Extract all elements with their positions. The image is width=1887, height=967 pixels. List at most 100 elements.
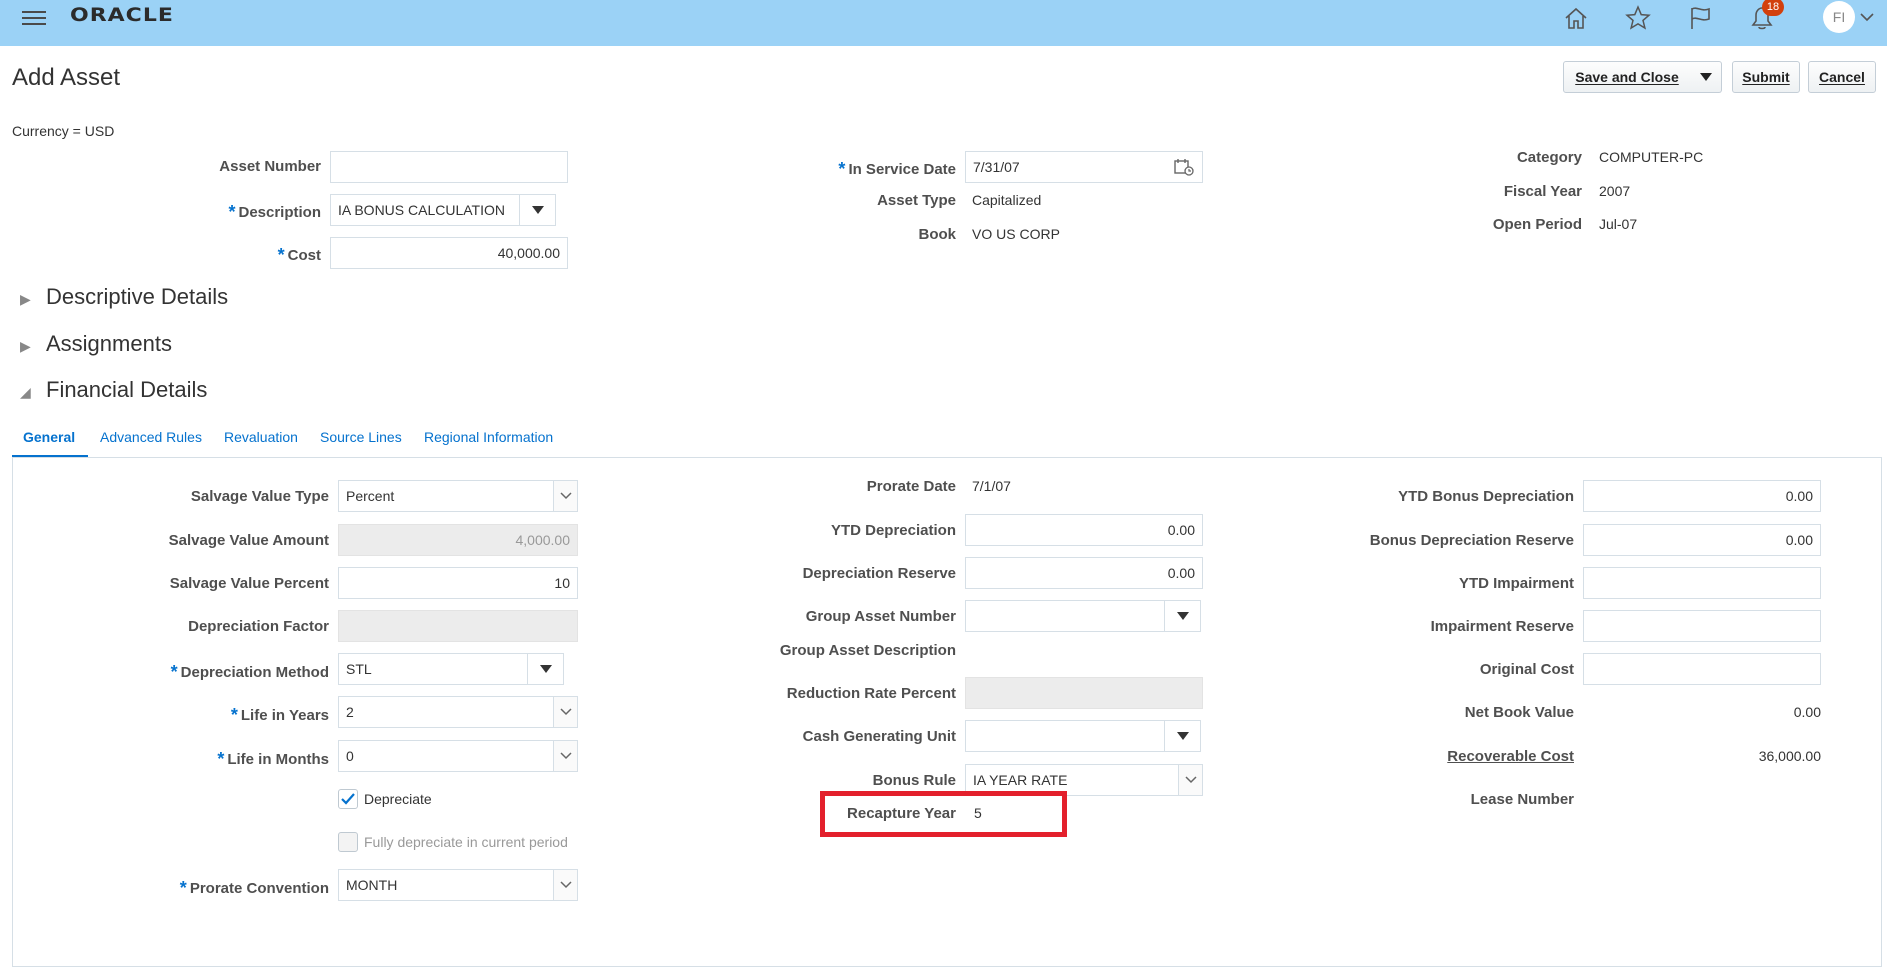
depreciation-method-dropdown-button[interactable] [527,654,563,684]
description-label: * Description [228,202,321,222]
section-assignments[interactable]: ▶ Assignments [20,331,172,357]
description-dropdown-button[interactable] [519,195,555,225]
cost-input[interactable]: 40,000.00 [330,237,568,269]
required-indicator: * [217,749,225,769]
required-indicator: * [179,878,187,898]
tab-advanced-rules[interactable]: Advanced Rules [100,429,202,445]
prorate-date-value: 7/1/07 [972,478,1011,494]
cash-generating-unit-dropdown-button[interactable] [1164,721,1200,751]
required-indicator: * [838,159,846,179]
chevron-down-icon[interactable] [553,870,577,900]
cost-label: * Cost [277,245,321,265]
chevron-down-icon[interactable] [553,481,577,511]
fully-depreciate-checkbox [338,832,358,852]
chevron-down-icon[interactable] [1860,10,1874,25]
depreciate-checkbox[interactable] [338,789,358,809]
salvage-value-type-label: Salvage Value Type [190,488,329,505]
oracle-logo[interactable]: ORACLE [70,5,174,26]
tab-revaluation[interactable]: Revaluation [224,429,298,445]
dropdown-arrow-icon [531,206,544,214]
recoverable-cost-value: 36,000.00 [1758,748,1821,764]
cash-generating-unit-combobox[interactable] [965,720,1201,752]
depreciation-method-combobox[interactable]: STL [338,653,564,685]
original-cost-label: Original Cost [1479,661,1574,678]
submit-button[interactable]: Submit [1732,61,1800,93]
menu-icon[interactable] [22,7,46,31]
ytd-impairment-input[interactable] [1583,567,1821,599]
home-icon[interactable] [1560,2,1592,34]
tab-general[interactable]: General [23,429,75,445]
net-book-value-value: 0.00 [1793,704,1821,720]
salvage-value-percent-input[interactable]: 10 [338,567,578,599]
life-in-years-label: * Life in Years [230,705,329,725]
section-financial-details[interactable]: ◢ Financial Details [20,377,207,403]
fiscal-year-label: Fiscal Year [1503,183,1582,200]
prorate-convention-select[interactable]: MONTH [338,869,578,901]
original-cost-input[interactable] [1583,653,1821,685]
notifications-count-badge: 18 [1762,0,1784,16]
expand-triangle-icon: ▶ [20,291,31,307]
save-options-dropdown[interactable] [1690,61,1722,93]
open-period-label: Open Period [1492,216,1582,233]
open-period-value: Jul-07 [1599,216,1638,232]
calendar-icon[interactable] [1174,158,1194,179]
recoverable-cost-link[interactable]: Recoverable Cost [1447,748,1574,765]
tab-source-lines[interactable]: Source Lines [320,429,402,445]
asset-type-label: Asset Type [877,192,956,209]
section-descriptive-details[interactable]: ▶ Descriptive Details [20,284,228,310]
prorate-date-label: Prorate Date [866,478,956,495]
group-asset-number-dropdown-button[interactable] [1164,601,1200,631]
chevron-down-icon[interactable] [553,697,577,727]
bonus-rule-value: IA YEAR RATE [973,772,1068,788]
recapture-year-highlight-box [820,791,1067,837]
salvage-value-amount-input: 4,000.00 [338,524,578,556]
prorate-convention-label: * Prorate Convention [179,878,329,898]
dropdown-arrow-icon [539,665,552,673]
depreciate-label: Depreciate [364,791,432,807]
impairment-reserve-label: Impairment Reserve [1430,618,1574,635]
save-and-close-button[interactable]: Save and Close [1563,61,1691,93]
user-avatar[interactable]: FI [1823,1,1855,33]
dropdown-arrow-icon [1699,73,1712,81]
impairment-reserve-input[interactable] [1583,610,1821,642]
group-asset-description-label: Group Asset Description [779,642,956,659]
dropdown-arrow-icon [1176,612,1189,620]
fully-depreciate-label: Fully depreciate in current period [364,834,568,850]
salvage-value-percent-label: Salvage Value Percent [169,575,329,592]
depreciation-reserve-label: Depreciation Reserve [802,565,956,582]
salvage-value-amount-label: Salvage Value Amount [168,532,329,549]
reduction-rate-percent-input [965,677,1203,709]
ytd-impairment-label: YTD Impairment [1458,575,1574,592]
salvage-value-type-select[interactable]: Percent [338,480,578,512]
reduction-rate-percent-label: Reduction Rate Percent [786,685,956,702]
collapse-triangle-icon: ◢ [20,384,31,400]
fiscal-year-value: 2007 [1599,183,1631,199]
category-label: Category [1516,149,1582,166]
lease-number-label: Lease Number [1470,791,1574,808]
depreciation-method-label: * Depreciation Method [170,662,329,682]
required-indicator: * [228,202,236,222]
group-asset-number-combobox[interactable] [965,600,1201,632]
favorites-star-icon[interactable] [1622,2,1654,34]
in-service-date-input[interactable]: 7/31/07 [965,151,1203,183]
notifications-bell-icon[interactable]: 18 [1746,0,1784,34]
description-combobox[interactable]: IA BONUS CALCULATION [330,194,556,226]
life-in-years-select[interactable]: 2 [338,696,578,728]
asset-number-input[interactable] [330,151,568,183]
watchlist-flag-icon[interactable] [1684,2,1716,34]
ytd-depreciation-input[interactable]: 0.00 [965,514,1203,546]
life-in-months-select[interactable]: 0 [338,740,578,772]
prorate-convention-value: MONTH [346,877,398,893]
description-value: IA BONUS CALCULATION [338,202,506,218]
chevron-down-icon[interactable] [1178,765,1202,795]
depreciation-factor-input [338,610,578,642]
tab-regional-information[interactable]: Regional Information [424,429,553,445]
ytd-bonus-depreciation-input[interactable]: 0.00 [1583,480,1821,512]
depreciation-method-value: STL [346,661,372,677]
depreciation-reserve-input[interactable]: 0.00 [965,557,1203,589]
bonus-depreciation-reserve-input[interactable]: 0.00 [1583,524,1821,556]
global-header: ORACLE 18 FI [0,0,1887,46]
cancel-button[interactable]: Cancel [1808,61,1876,93]
chevron-down-icon[interactable] [553,741,577,771]
asset-type-value: Capitalized [972,192,1042,208]
